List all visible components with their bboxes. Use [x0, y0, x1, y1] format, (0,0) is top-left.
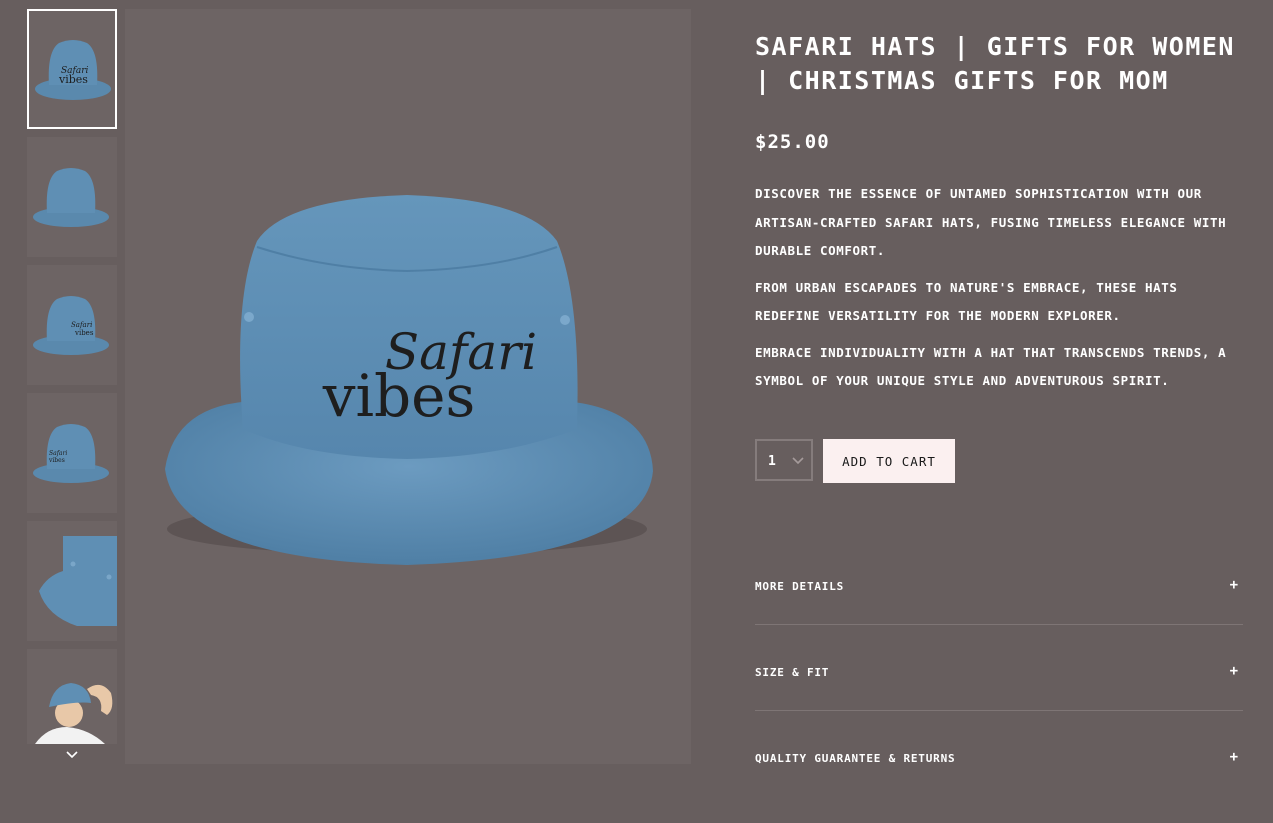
main-product-image[interactable]: Safari vibes: [125, 9, 691, 764]
hat-thumbnail-image: [39, 536, 117, 626]
plus-icon: +: [1229, 663, 1238, 679]
hat-logo-line2: vibes: [322, 362, 476, 430]
product-description: Discover the essence of untamed sophisti…: [755, 180, 1245, 396]
svg-text:Safari: Safari: [49, 450, 67, 457]
add-to-cart-button[interactable]: ADD TO CART: [823, 439, 955, 483]
plus-icon: +: [1229, 749, 1238, 765]
svg-text:Safari: Safari: [71, 321, 92, 329]
hat-thumbnail-image: Safari vibes: [35, 40, 111, 100]
quantity-value: 1: [768, 454, 776, 469]
accordion-label: Quality Guarantee & Returns: [755, 752, 956, 765]
thumbnail-5[interactable]: [27, 521, 117, 641]
svg-text:vibes: vibes: [74, 329, 94, 337]
accordion-label: Size & Fit: [755, 666, 830, 679]
thumbnail-gallery: Safari vibes Safari vibes Safari vibes: [27, 9, 117, 764]
thumbnail-3[interactable]: Safari vibes: [27, 265, 117, 385]
description-paragraph-3: Embrace individuality with a hat that tr…: [755, 344, 1227, 389]
plus-icon: +: [1229, 577, 1238, 593]
accordion-label: More details: [755, 580, 845, 593]
product-info: Safari Hats | Gifts for Women | Christma…: [755, 30, 1245, 396]
accordion-quality-returns[interactable]: Quality Guarantee & Returns +: [755, 737, 1243, 823]
quantity-select[interactable]: 1: [755, 439, 813, 481]
divider: [755, 710, 1243, 711]
accordion-more-details[interactable]: More details +: [755, 565, 1243, 651]
details-accordion: More details + Size & Fit + Quality Guar…: [755, 565, 1243, 823]
bucket-hat-image: Safari vibes: [165, 195, 653, 565]
divider: [755, 624, 1243, 625]
hat-thumbnail-image: Safari vibes: [33, 296, 109, 355]
thumbnail-2[interactable]: [27, 137, 117, 257]
chevron-down-icon: [792, 457, 804, 465]
thumbnail-4[interactable]: Safari vibes: [27, 393, 117, 513]
hat-thumbnail-image: Safari vibes: [33, 424, 109, 483]
description-paragraph-1: Discover the essence of untamed sophisti…: [755, 186, 1227, 258]
thumbnail-scroll-down[interactable]: [27, 744, 117, 764]
product-title: Safari Hats | Gifts for Women | Christma…: [755, 32, 1235, 95]
chevron-down-icon: [66, 751, 78, 759]
description-paragraph-2: From urban escapades to nature's embrace…: [755, 279, 1178, 324]
thumbnail-1[interactable]: Safari vibes: [27, 9, 117, 129]
product-price: $25.00: [755, 131, 830, 153]
hat-thumbnail-image: [33, 168, 109, 227]
accordion-size-fit[interactable]: Size & Fit +: [755, 651, 1243, 737]
svg-text:vibes: vibes: [48, 457, 65, 464]
svg-text:vibes: vibes: [58, 73, 88, 86]
